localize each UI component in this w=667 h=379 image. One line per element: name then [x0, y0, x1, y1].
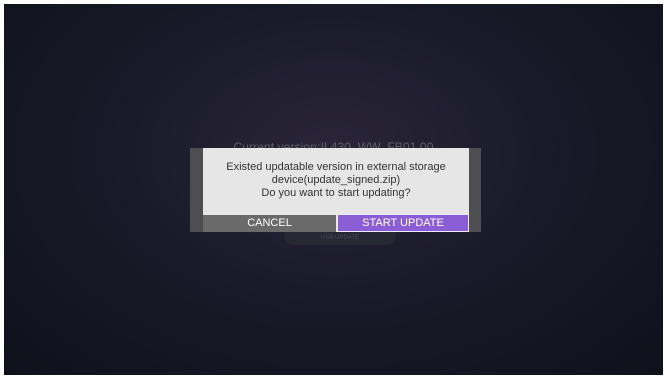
dialog-message: Existed updatable version in external st… [203, 161, 469, 200]
dialog-message-line: Do you want to start updating? [261, 187, 411, 199]
dialog-message-line: device(update_signed.zip) [271, 174, 401, 186]
cancel-button[interactable]: CANCEL [203, 215, 336, 232]
dialog-message-line: Existed updatable version in external st… [226, 161, 446, 173]
update-dialog: Existed updatable version in external st… [203, 148, 469, 232]
start-update-button[interactable]: START UPDATE [337, 214, 469, 232]
